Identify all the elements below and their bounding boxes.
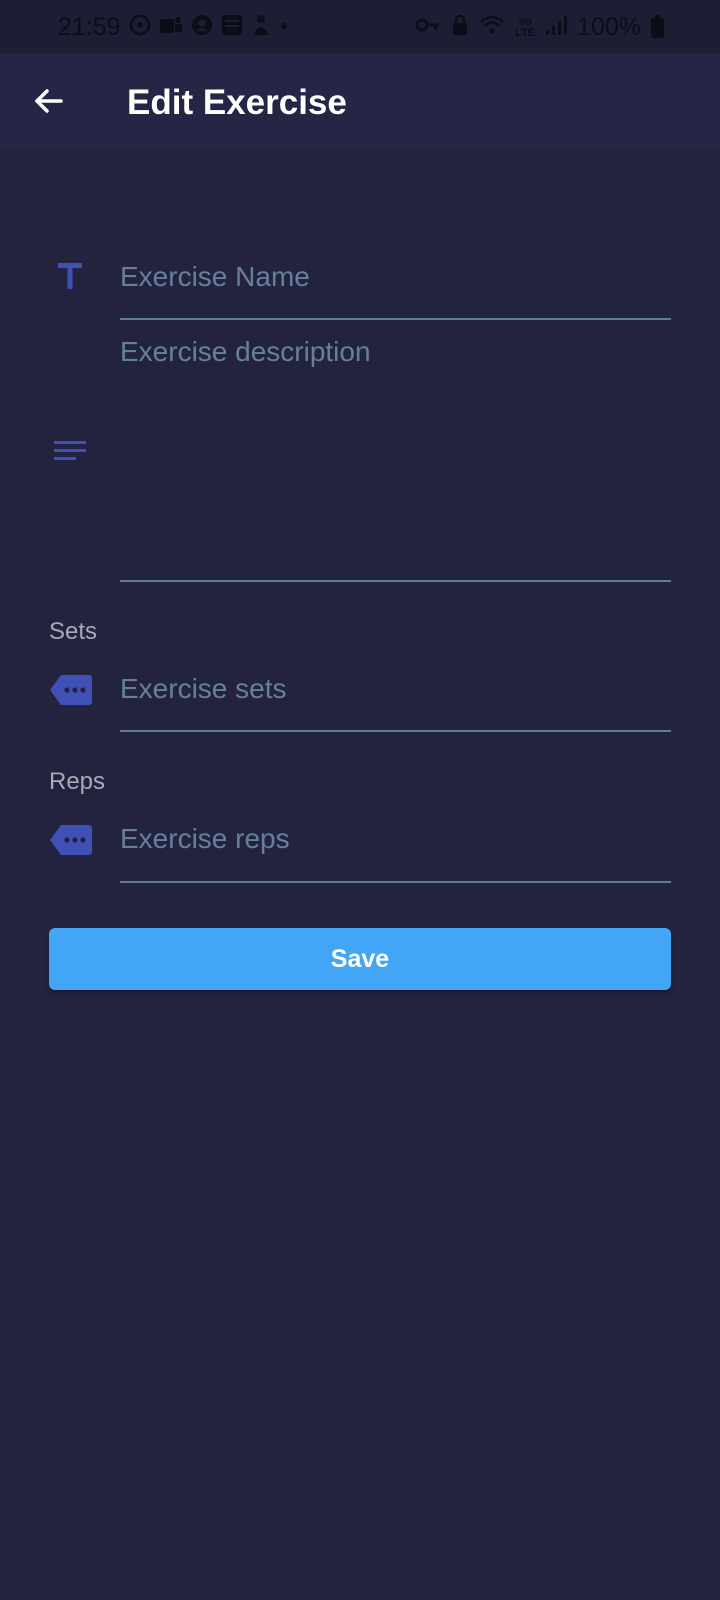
status-time: 21:59 [58,13,121,41]
tag-more-icon [49,673,93,707]
battery-icon [651,14,664,38]
page-title: Edit Exercise [127,83,347,122]
app-icon [251,14,271,42]
exercise-sets-input[interactable] [120,664,671,714]
account-icon [191,14,213,42]
exercise-sets-field[interactable] [120,664,671,732]
exercise-description-field[interactable] [120,336,671,582]
reps-label: Reps [49,768,106,795]
status-bar-left: 21:59 [58,13,289,42]
lock-icon [451,14,469,42]
whatsapp-icon [129,14,151,42]
dot-icon [279,14,289,42]
app-bar: Edit Exercise [0,53,720,150]
save-button[interactable]: Save [49,928,671,990]
exercise-description-input[interactable] [120,336,671,572]
exercise-name-field[interactable] [120,252,671,320]
back-button[interactable] [24,79,72,127]
exercise-reps-input[interactable] [120,815,671,863]
teams-icon [159,14,183,42]
calendar-icon [221,14,243,42]
notes-icon [52,433,88,469]
key-icon [415,14,441,42]
signal-icon [545,14,568,42]
status-bar: 21:59 Vo LTE 100% [0,0,720,53]
text-format-icon [52,258,88,294]
tag-more-icon [49,823,93,857]
battery-percent: 100% [577,13,641,41]
sets-label: Sets [49,618,98,645]
exercise-name-input[interactable] [120,254,671,300]
status-bar-right: Vo LTE 100% [415,13,664,42]
volte-icon: Vo LTE [515,15,536,39]
arrow-back-icon [32,85,64,122]
wifi-icon [479,14,505,42]
exercise-reps-field[interactable] [120,815,671,883]
